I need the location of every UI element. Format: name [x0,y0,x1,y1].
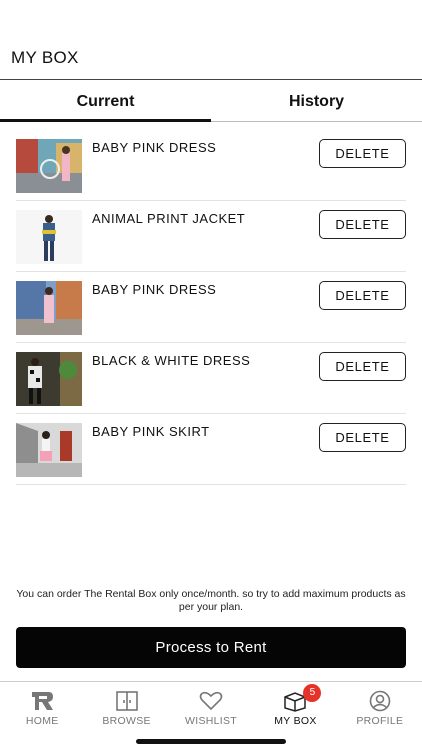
tabbar-label: WISHLIST [185,715,238,727]
box-list: BABY PINK DRESS DELETE ANIMAL PRINT JACK… [16,130,406,485]
product-name: BABY PINK DRESS [92,140,217,155]
order-note: You can order The Rental Box only once/m… [16,588,406,613]
list-item: BABY PINK DRESS DELETE [16,130,406,201]
product-thumbnail[interactable] [16,423,82,477]
product-name: BLACK & WHITE DRESS [92,353,251,368]
delete-button[interactable]: DELETE [319,423,406,452]
product-thumbnail[interactable] [16,139,82,193]
product-thumbnail[interactable] [16,210,82,264]
delete-button[interactable]: DELETE [319,281,406,310]
tabbar-item-profile[interactable]: PROFILE [338,682,422,750]
page-title: MY BOX [11,48,79,67]
header: MY BOX [0,0,422,80]
tab-history[interactable]: History [211,81,422,121]
product-thumbnail[interactable] [16,281,82,335]
tabbar-label: PROFILE [356,715,404,727]
tabbar-label: MY BOX [274,715,317,727]
product-thumbnail[interactable] [16,352,82,406]
tabbar-label: BROWSE [102,715,151,727]
list-item: ANIMAL PRINT JACKET DELETE [16,201,406,272]
delete-button[interactable]: DELETE [319,139,406,168]
list-item: BABY PINK DRESS DELETE [16,272,406,343]
heart-icon [198,690,224,712]
tabbar-label: HOME [25,715,59,727]
logo-icon [29,690,55,712]
list-item: BABY PINK SKIRT DELETE [16,414,406,485]
delete-button[interactable]: DELETE [319,210,406,239]
product-name: BABY PINK DRESS [92,282,217,297]
tabbar-item-home[interactable]: HOME [0,682,84,750]
tab-bar-top: Current History [0,81,422,122]
product-name: ANIMAL PRINT JACKET [92,211,246,226]
tab-current[interactable]: Current [0,81,211,122]
delete-button[interactable]: DELETE [319,352,406,381]
list-item: BLACK & WHITE DRESS DELETE [16,343,406,414]
user-icon [367,690,393,712]
product-name: BABY PINK SKIRT [92,424,210,439]
process-to-rent-button[interactable]: Process to Rent [16,627,406,668]
cart-count-badge: 5 [303,684,322,702]
home-indicator [136,739,286,744]
browse-icon [114,690,140,712]
